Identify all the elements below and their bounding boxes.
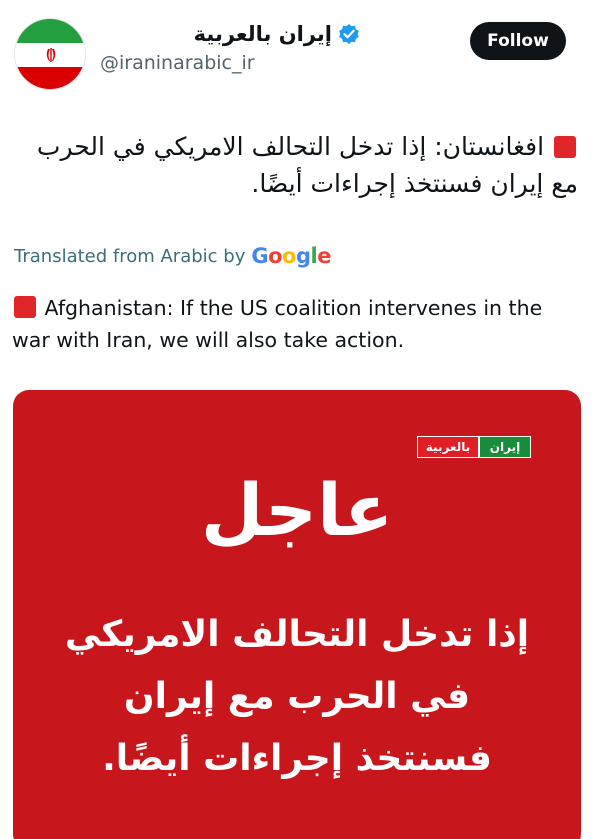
- translated-prefix: Translated from Arabic by: [14, 245, 246, 267]
- iran-flag-avatar: [15, 19, 85, 89]
- channel-logo: بالعربية إيران: [417, 436, 531, 458]
- verified-badge-icon: [339, 24, 359, 44]
- follow-button[interactable]: Follow: [470, 22, 566, 60]
- english-line-1-text: Afghanistan: If the US coalition interve…: [44, 296, 543, 320]
- arabic-line-1: افغانستان: إذا تدخل التحالف الامريكي في …: [18, 128, 578, 165]
- media-headline: إذا تدخل التحالف الامريكي في الحرب مع إي…: [37, 604, 557, 790]
- account-handle[interactable]: @iraninarabic_ir: [100, 52, 360, 74]
- translation-attribution[interactable]: Translated from Arabic by Google: [14, 244, 331, 268]
- breaking-news-label: عاجل: [200, 468, 394, 552]
- logo-left-part: بالعربية: [417, 436, 479, 458]
- red-square-icon: [554, 136, 576, 158]
- headline-line-1: إذا تدخل التحالف الامريكي: [64, 614, 530, 655]
- post-media-image[interactable]: بالعربية إيران عاجل إذا تدخل التحالف الا…: [13, 390, 581, 839]
- account-names: إيران بالعربية @iraninarabic_ir: [100, 22, 360, 74]
- post-text-english: Afghanistan: If the US coalition interve…: [12, 292, 582, 356]
- post-text-arabic: افغانستان: إذا تدخل التحالف الامريكي في …: [18, 128, 578, 202]
- english-line-2: war with Iran, we will also take action.: [12, 328, 405, 352]
- headline-line-3: فسنتخذ إجراءات أيضًا.: [102, 738, 492, 779]
- logo-right-part: إيران: [479, 436, 531, 458]
- headline-line-2: في الحرب مع إيران: [123, 676, 471, 717]
- english-line-1: Afghanistan: If the US coalition interve…: [12, 292, 582, 324]
- google-logo: Google: [251, 244, 331, 268]
- arabic-line-1-text: افغانستان: إذا تدخل التحالف الامريكي في …: [36, 132, 545, 161]
- avatar[interactable]: [14, 18, 86, 90]
- post-header: إيران بالعربية @iraninarabic_ir Follow: [0, 0, 592, 110]
- display-name-row[interactable]: إيران بالعربية: [100, 22, 360, 46]
- arabic-line-2: مع إيران فسنتخذ إجراءات أيضًا.: [251, 169, 578, 198]
- red-square-icon: [14, 296, 36, 318]
- display-name[interactable]: إيران بالعربية: [194, 22, 332, 46]
